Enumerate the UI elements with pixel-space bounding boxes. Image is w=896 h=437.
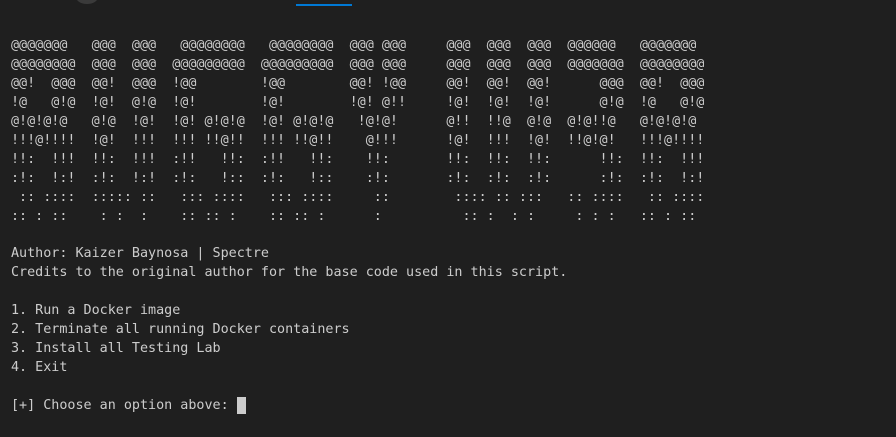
menu-item-terminate-containers: 2. Terminate all running Docker containe… xyxy=(11,322,350,337)
active-tab-underline xyxy=(296,4,352,6)
credits-line: Credits to the original author for the b… xyxy=(11,265,568,280)
top-tab-strip xyxy=(0,0,896,8)
text-cursor[interactable] xyxy=(236,397,246,414)
prompt-text: [+] Choose an option above: xyxy=(11,398,229,413)
banner-line: @@@@@@@ @@@ @@@ @@@@@@@@ @@@@@@@@ @@@ @@… xyxy=(11,38,697,53)
banner-line: !!!@!!!! !@! !!! !!! !!@!! !!! !!@!! @!!… xyxy=(11,133,705,148)
terminal-window[interactable]: @@@@@@@ @@@ @@@ @@@@@@@@ @@@@@@@@ @@@ @@… xyxy=(0,0,896,437)
banner-line: :: : :: : : : :: :: : :: :: : : :: : : :… xyxy=(11,209,697,224)
banner-line: :: :::: ::::: :: ::: :::: ::: :::: :: ::… xyxy=(11,190,705,205)
banner-line: !@ @!@ !@! @!@ !@! !@! !@! @!! !@! !@! !… xyxy=(11,95,705,110)
banner-line: :!: !:! :!: !:! :!: !:: :!: !:: :!: :!: … xyxy=(11,171,705,186)
menu-item-exit: 4. Exit xyxy=(11,360,68,375)
banner-line: @!@!@!@ @!@ !@! !@! @!@!@ !@! @!@!@ !@!@… xyxy=(11,114,697,129)
ascii-banner: @@@@@@@ @@@ @@@ @@@@@@@@ @@@@@@@@ @@@ @@… xyxy=(11,36,704,226)
menu-item-run-docker: 1. Run a Docker image xyxy=(11,303,181,318)
author-line: Author: Kaizer Baynosa | Spectre xyxy=(11,246,269,261)
tab-indicator xyxy=(76,0,98,4)
banner-line: !!: !!! !!: !!! :!! !!: :!! !!: !!: !!: … xyxy=(11,152,705,167)
input-prompt[interactable]: [+] Choose an option above: xyxy=(11,396,704,415)
menu-item-install-testing-lab: 3. Install all Testing Lab xyxy=(11,341,221,356)
banner-line: @@@@@@@@ @@@ @@@ @@@@@@@@@ @@@@@@@@@ @@@… xyxy=(11,57,705,72)
banner-line: @@! @@@ @@! @@@ !@@ !@@ @@! !@@ @@! @@! … xyxy=(11,76,705,91)
terminal-output: @@@@@@@ @@@ @@@ @@@@@@@@ @@@@@@@@ @@@ @@… xyxy=(11,36,704,415)
